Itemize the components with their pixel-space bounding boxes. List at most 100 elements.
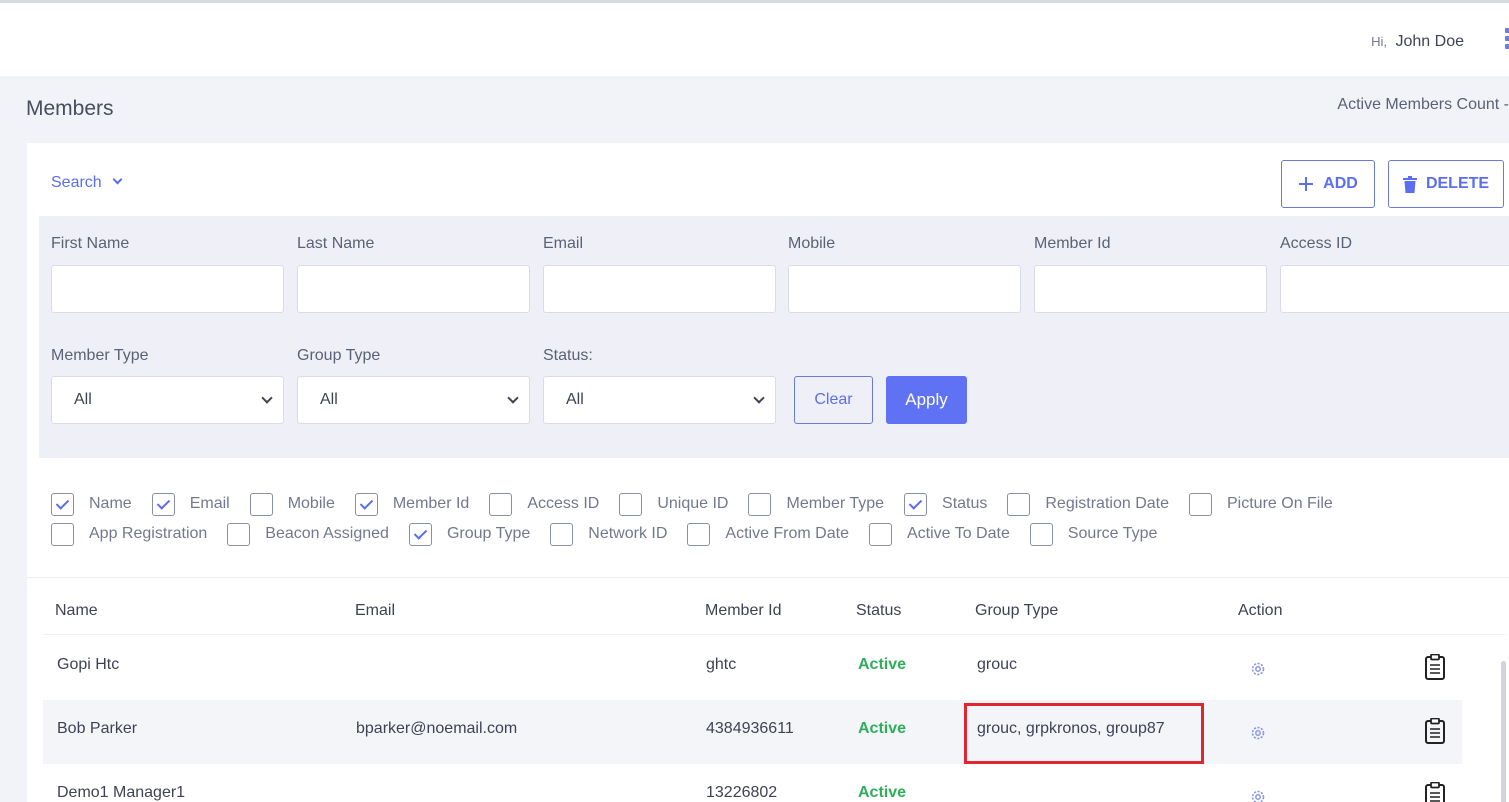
column-option[interactable]: Active To Date [868,522,1010,546]
email-input[interactable] [543,265,776,313]
column-header-email[interactable]: Email [355,602,395,620]
clipboard-icon[interactable] [1424,781,1446,802]
column-option-label: Name [89,495,132,512]
column-option[interactable]: Group Type [408,522,531,546]
apply-button[interactable]: Apply [886,376,967,424]
access-id-input[interactable] [1280,265,1509,313]
checkbox[interactable] [550,522,574,546]
chevron-down-icon [507,392,519,404]
cell-group-type: grouc [977,656,1018,673]
column-selector-row: App Registration Beacon Assigned Group T… [51,519,1491,549]
column-option-label: Active From Date [725,525,849,542]
checkbox[interactable] [489,492,513,516]
cell-member-id: ghtc [706,656,737,673]
gear-icon[interactable] [1249,788,1267,802]
checkbox-checked[interactable] [904,492,928,516]
column-option[interactable]: Member Type [748,492,885,516]
column-option[interactable]: App Registration [51,522,208,546]
clear-button[interactable]: Clear [794,376,873,424]
checkbox-checked[interactable] [354,492,378,516]
group-type-select[interactable]: All [297,376,530,424]
column-option[interactable]: Access ID [489,492,600,516]
table-row[interactable]: Demo1 Manager1 13226802 Active [43,764,1462,802]
delete-button-label: DELETE [1425,175,1490,192]
member-type-select[interactable]: All [51,376,284,424]
search-filter-panel: First Name Last Name Email Mobile Member… [39,216,1509,458]
status-select[interactable]: All [543,376,776,424]
active-members-count: Active Members Count - [1337,96,1509,113]
trash-icon [1402,175,1417,193]
column-option[interactable]: Name [51,492,132,516]
column-option-label: Beacon Assigned [265,525,389,542]
first-name-input[interactable] [51,265,284,313]
column-option[interactable]: Picture On File [1189,492,1333,516]
search-toggle[interactable]: Search [51,174,123,192]
column-option[interactable]: Mobile [249,492,335,516]
checkbox[interactable] [619,492,643,516]
column-option[interactable]: Network ID [550,522,668,546]
checkbox[interactable] [227,522,251,546]
status-label: Status: [543,347,593,364]
column-option[interactable]: Beacon Assigned [227,522,389,546]
column-option-label: Email [189,495,230,512]
checkbox[interactable] [1189,492,1212,516]
column-option-label: Network ID [588,525,668,542]
delete-button[interactable]: DELETE [1388,160,1504,208]
column-option[interactable]: Active From Date [687,522,849,546]
column-option-label: Unique ID [657,495,729,512]
column-option-label: Status [942,495,988,512]
cell-member-id: 4384936611 [706,720,794,737]
column-option[interactable]: Registration Date [1007,492,1169,516]
checkbox[interactable] [249,492,273,516]
checkbox-checked[interactable] [51,492,74,516]
greeting-label: Hi, [1371,34,1388,49]
column-option-label: Source Type [1067,525,1158,542]
mobile-input[interactable] [788,265,1021,313]
column-header-name[interactable]: Name [55,602,98,620]
chevron-down-icon [112,174,123,185]
add-button-label: ADD [1323,175,1358,192]
user-name: John Doe [1395,33,1465,50]
search-toggle-label: Search [51,174,102,191]
column-option-label: Access ID [527,495,600,512]
table-row[interactable]: Bob Parker bparker@noemail.com 438493661… [43,700,1462,764]
column-header-member-id[interactable]: Member Id [705,602,781,620]
checkbox[interactable] [748,492,772,516]
cell-member-id: 13226802 [706,784,778,801]
app-header: Hi, John Doe [0,3,1509,76]
column-option[interactable]: Member Id [354,492,469,516]
column-header-status[interactable]: Status [856,602,901,620]
menu-icon[interactable] [1505,25,1509,53]
checkbox-checked[interactable] [151,492,175,516]
clipboard-icon[interactable] [1424,717,1446,749]
checkbox[interactable] [1029,522,1053,546]
checkbox[interactable] [1007,492,1031,516]
column-header-group-type[interactable]: Group Type [975,602,1058,620]
table-header: Name Email Member Id Status Group Type A… [43,592,1505,635]
gear-icon[interactable] [1249,724,1267,747]
table-scrollbar[interactable] [1501,661,1506,802]
table-row[interactable]: Gopi Htc ghtc Active grouc [43,636,1462,700]
checkbox[interactable] [868,522,892,546]
last-name-input[interactable] [297,265,530,313]
clipboard-icon[interactable] [1424,653,1446,685]
user-greeting[interactable]: Hi, John Doe [1371,33,1464,51]
chevron-down-icon [261,392,273,404]
add-button[interactable]: ADD [1281,160,1375,208]
gear-icon[interactable] [1249,660,1267,683]
member-id-input[interactable] [1034,265,1267,313]
last-name-label: Last Name [297,235,375,252]
group-type-value: All [320,391,338,408]
checkbox[interactable] [51,522,74,546]
column-selector-row: Name Email Mobile Member Id Access ID Un… [51,489,1491,519]
column-option[interactable]: Status [904,492,988,516]
status-badge: Active [858,656,907,673]
checkbox[interactable] [687,522,711,546]
column-option-label: Member Type [786,495,885,512]
column-option[interactable]: Email [151,492,230,516]
column-option[interactable]: Source Type [1029,522,1158,546]
column-option-label: App Registration [89,525,208,542]
checkbox-checked[interactable] [408,522,432,546]
column-option[interactable]: Unique ID [619,492,729,516]
column-option-label: Group Type [446,525,531,542]
